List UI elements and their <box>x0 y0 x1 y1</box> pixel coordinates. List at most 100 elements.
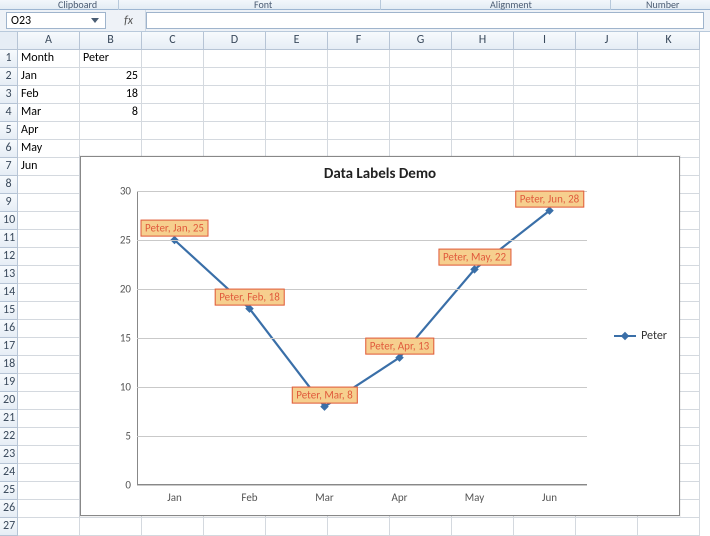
cell[interactable] <box>452 518 514 536</box>
row-header[interactable]: 15 <box>0 302 18 320</box>
column-header[interactable]: C <box>142 32 204 50</box>
cell[interactable] <box>390 86 452 104</box>
row-header[interactable]: 21 <box>0 410 18 428</box>
column-header[interactable]: E <box>266 32 328 50</box>
row-header[interactable]: 6 <box>0 140 18 158</box>
cell[interactable] <box>514 68 576 86</box>
cell[interactable] <box>142 122 204 140</box>
cell[interactable] <box>390 68 452 86</box>
cell[interactable] <box>142 86 204 104</box>
cell[interactable] <box>18 212 80 230</box>
cell[interactable] <box>18 248 80 266</box>
column-header[interactable]: J <box>576 32 638 50</box>
formula-input[interactable] <box>146 12 704 29</box>
cell[interactable] <box>204 518 266 536</box>
cell[interactable] <box>328 122 390 140</box>
row-header[interactable]: 7 <box>0 158 18 176</box>
row-header[interactable]: 4 <box>0 104 18 122</box>
select-all-corner[interactable] <box>0 32 18 50</box>
cell[interactable] <box>328 68 390 86</box>
cell[interactable] <box>18 518 80 536</box>
cell[interactable] <box>266 50 328 68</box>
data-label[interactable]: Peter, Apr, 13 <box>365 337 434 354</box>
row-header[interactable]: 19 <box>0 374 18 392</box>
cell[interactable]: Apr <box>18 122 80 140</box>
cell[interactable] <box>514 104 576 122</box>
column-header[interactable]: D <box>204 32 266 50</box>
cell[interactable]: Month <box>18 50 80 68</box>
cell[interactable] <box>18 482 80 500</box>
cell[interactable] <box>638 68 700 86</box>
row-header[interactable]: 26 <box>0 500 18 518</box>
name-box[interactable] <box>6 12 106 29</box>
row-header[interactable]: 22 <box>0 428 18 446</box>
cell[interactable] <box>390 50 452 68</box>
row-header[interactable]: 9 <box>0 194 18 212</box>
cell[interactable] <box>142 518 204 536</box>
cell[interactable] <box>18 428 80 446</box>
cell[interactable] <box>390 518 452 536</box>
cell[interactable] <box>142 50 204 68</box>
embedded-chart[interactable]: Data Labels Demo 051015202530JanFebMarAp… <box>80 156 680 516</box>
cell[interactable] <box>452 50 514 68</box>
cell[interactable] <box>452 68 514 86</box>
cell[interactable] <box>18 266 80 284</box>
cell[interactable] <box>266 104 328 122</box>
chart-legend[interactable]: Peter <box>614 329 667 343</box>
cell[interactable] <box>18 320 80 338</box>
cell[interactable] <box>18 230 80 248</box>
cell[interactable] <box>18 392 80 410</box>
cell[interactable] <box>266 86 328 104</box>
cell[interactable] <box>142 68 204 86</box>
cell[interactable] <box>266 68 328 86</box>
cell[interactable]: Peter <box>80 50 142 68</box>
cell[interactable] <box>576 122 638 140</box>
cell[interactable]: Feb <box>18 86 80 104</box>
cell[interactable] <box>266 122 328 140</box>
cell[interactable]: Mar <box>18 104 80 122</box>
cell[interactable] <box>638 104 700 122</box>
column-header[interactable]: B <box>80 32 142 50</box>
column-header[interactable]: A <box>18 32 80 50</box>
row-header[interactable]: 13 <box>0 266 18 284</box>
cell[interactable] <box>638 122 700 140</box>
cell[interactable] <box>638 86 700 104</box>
row-header[interactable]: 12 <box>0 248 18 266</box>
cell[interactable] <box>576 518 638 536</box>
cell[interactable] <box>576 50 638 68</box>
row-header[interactable]: 8 <box>0 176 18 194</box>
cell[interactable] <box>18 464 80 482</box>
cell[interactable] <box>328 104 390 122</box>
data-label[interactable]: Peter, Jan, 25 <box>140 220 209 237</box>
cell[interactable] <box>576 68 638 86</box>
cell[interactable] <box>204 86 266 104</box>
cell[interactable] <box>638 518 700 536</box>
cell[interactable] <box>18 194 80 212</box>
data-label[interactable]: Peter, Feb, 18 <box>214 288 285 305</box>
data-label[interactable]: Peter, May, 22 <box>438 249 511 266</box>
column-header[interactable]: F <box>328 32 390 50</box>
cell[interactable] <box>452 86 514 104</box>
row-header[interactable]: 27 <box>0 518 18 536</box>
cell[interactable] <box>18 356 80 374</box>
cell[interactable] <box>328 50 390 68</box>
row-header[interactable]: 10 <box>0 212 18 230</box>
row-header[interactable]: 24 <box>0 464 18 482</box>
row-header[interactable]: 1 <box>0 50 18 68</box>
cell[interactable]: 8 <box>80 104 142 122</box>
cell[interactable] <box>514 86 576 104</box>
cell[interactable] <box>390 104 452 122</box>
cell[interactable] <box>18 410 80 428</box>
cell[interactable]: May <box>18 140 80 158</box>
cell[interactable] <box>266 518 328 536</box>
row-header[interactable]: 20 <box>0 392 18 410</box>
cell[interactable] <box>638 50 700 68</box>
cell[interactable] <box>18 446 80 464</box>
cell[interactable] <box>514 50 576 68</box>
data-label[interactable]: Peter, Jun, 28 <box>515 190 585 207</box>
cell[interactable] <box>18 302 80 320</box>
cell[interactable] <box>204 50 266 68</box>
cell[interactable] <box>80 518 142 536</box>
name-box-input[interactable] <box>7 14 75 28</box>
row-header[interactable]: 14 <box>0 284 18 302</box>
